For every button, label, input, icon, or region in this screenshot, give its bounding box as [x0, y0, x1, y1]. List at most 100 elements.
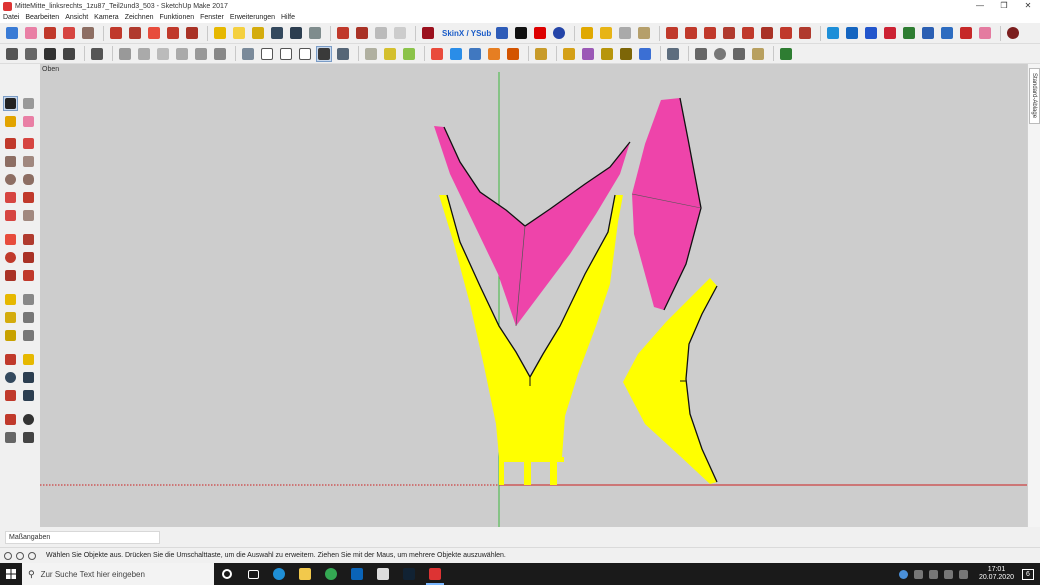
star-button[interactable]: [750, 46, 766, 62]
explorer-app-button[interactable]: [292, 563, 318, 585]
menu-kamera[interactable]: Kamera: [94, 14, 119, 21]
edge-app-button[interactable]: [266, 563, 292, 585]
model-canvas[interactable]: [40, 64, 1027, 527]
palette-rotated-rectangle-button[interactable]: [21, 154, 36, 169]
shaded-textures-button[interactable]: [212, 46, 228, 62]
menu-zeichnen[interactable]: Zeichnen: [125, 14, 154, 21]
solid-3-button[interactable]: [467, 46, 483, 62]
palette-select-button[interactable]: [3, 96, 18, 111]
tray-tab[interactable]: Standard-Ablage: [1029, 68, 1040, 124]
view-right-button[interactable]: [920, 25, 936, 41]
flip-up-button[interactable]: [863, 25, 879, 41]
warehouse-2-button[interactable]: [23, 46, 39, 62]
measurements-box[interactable]: Maßangaben: [5, 531, 160, 544]
rotate-tool-button[interactable]: [165, 25, 181, 41]
palette-position-camera-button[interactable]: [3, 412, 18, 427]
app-button[interactable]: [396, 563, 422, 585]
magenta-diamond-piece[interactable]: [632, 98, 701, 310]
solid-4-button[interactable]: [486, 46, 502, 62]
view-front-button[interactable]: [901, 25, 917, 41]
wifi-icon[interactable]: [928, 569, 938, 579]
view-iso-2-button[interactable]: [240, 46, 256, 62]
eraser-tool-button[interactable]: [23, 25, 39, 41]
palette-text-button[interactable]: [21, 310, 36, 325]
palette-rotate-button[interactable]: [3, 250, 18, 265]
palette-protractor-button[interactable]: [3, 310, 18, 325]
palette-arc-button[interactable]: [3, 190, 18, 205]
tree-button[interactable]: [778, 46, 794, 62]
keyboard-icon[interactable]: [958, 569, 968, 579]
text-tool-button[interactable]: [231, 25, 247, 41]
protractor-button[interactable]: [250, 25, 266, 41]
chrome-app-button[interactable]: [318, 563, 344, 585]
axis-tool-5-button[interactable]: [740, 25, 756, 41]
cube-tool-2-button[interactable]: [636, 25, 652, 41]
palette-pencil-button[interactable]: [3, 136, 18, 151]
taskbar-search[interactable]: ⚲ Zur Suche Text hier eingeben: [22, 563, 214, 585]
sandbox-2-button[interactable]: [382, 46, 398, 62]
palette-push-pull-button[interactable]: [21, 232, 36, 247]
location-2-button[interactable]: [580, 46, 596, 62]
sandbox-3-button[interactable]: [401, 46, 417, 62]
flip-down-button[interactable]: [882, 25, 898, 41]
menu-bearbeiten[interactable]: Bearbeiten: [25, 14, 59, 21]
help-button[interactable]: [551, 25, 567, 41]
palette-previous-view-button[interactable]: [21, 388, 36, 403]
move-tool-button[interactable]: [146, 25, 162, 41]
location-3-button[interactable]: [599, 46, 615, 62]
menu-fenster[interactable]: Fenster: [200, 14, 224, 21]
box-tool-button[interactable]: [579, 25, 595, 41]
palette-zoom-button[interactable]: [3, 370, 18, 385]
close-button[interactable]: ✕: [1016, 0, 1040, 12]
solid-1-button[interactable]: [429, 46, 445, 62]
subdivide-button[interactable]: [494, 25, 510, 41]
palette-look-around-button[interactable]: [21, 412, 36, 427]
palette-pan-button[interactable]: [21, 352, 36, 367]
view-right-2-button[interactable]: [297, 46, 313, 62]
follow-me-tool-button[interactable]: [127, 25, 143, 41]
tape-measure-button[interactable]: [212, 25, 228, 41]
warehouse-button[interactable]: [335, 25, 351, 41]
zoom-button[interactable]: [269, 25, 285, 41]
unfold-button[interactable]: [665, 46, 681, 62]
palette-circle-button[interactable]: [3, 172, 18, 187]
extension-warehouse-button[interactable]: [354, 25, 370, 41]
location-1-button[interactable]: [561, 46, 577, 62]
location-5-button[interactable]: [637, 46, 653, 62]
palette-freehand-button[interactable]: [21, 136, 36, 151]
clock[interactable]: 17:01 20.07.2020: [979, 566, 1014, 582]
palette-paint-button[interactable]: [3, 114, 18, 129]
palette-axes-button[interactable]: [3, 328, 18, 343]
sandbox-1-button[interactable]: [363, 46, 379, 62]
box-tool-2-button[interactable]: [598, 25, 614, 41]
home-button[interactable]: [42, 46, 58, 62]
volume-icon[interactable]: [943, 569, 953, 579]
palette-section-button[interactable]: [21, 430, 36, 445]
palette-pie-button[interactable]: [21, 208, 36, 223]
account-icon[interactable]: [28, 551, 36, 560]
components-button[interactable]: [89, 46, 105, 62]
axis-tool-2-button[interactable]: [683, 25, 699, 41]
hidden-line-button[interactable]: [174, 46, 190, 62]
cortana-button[interactable]: [214, 563, 240, 585]
rectangle-tool-button[interactable]: [80, 25, 96, 41]
undo-button[interactable]: [939, 25, 955, 41]
menu-erweiterungen[interactable]: Erweiterungen: [230, 14, 275, 21]
axis-tool-1-button[interactable]: [664, 25, 680, 41]
stop-button[interactable]: [532, 25, 548, 41]
help-tray-icon[interactable]: [898, 569, 908, 579]
paste-button[interactable]: [977, 25, 993, 41]
view-back-button[interactable]: [316, 45, 332, 62]
palette-walk-button[interactable]: [3, 430, 18, 445]
solid-5-button[interactable]: [505, 46, 521, 62]
redo-button[interactable]: [958, 25, 974, 41]
view-top-button[interactable]: [844, 25, 860, 41]
palette-dimension-button[interactable]: [21, 292, 36, 307]
back-edges-button[interactable]: [136, 46, 152, 62]
task-view-button[interactable]: [240, 563, 266, 585]
account-button[interactable]: [1005, 25, 1021, 41]
shaded-button[interactable]: [193, 46, 209, 62]
yellow-crescent-piece[interactable]: [623, 278, 717, 484]
geo-location-icon[interactable]: [4, 551, 12, 560]
axis-tool-8-button[interactable]: [797, 25, 813, 41]
